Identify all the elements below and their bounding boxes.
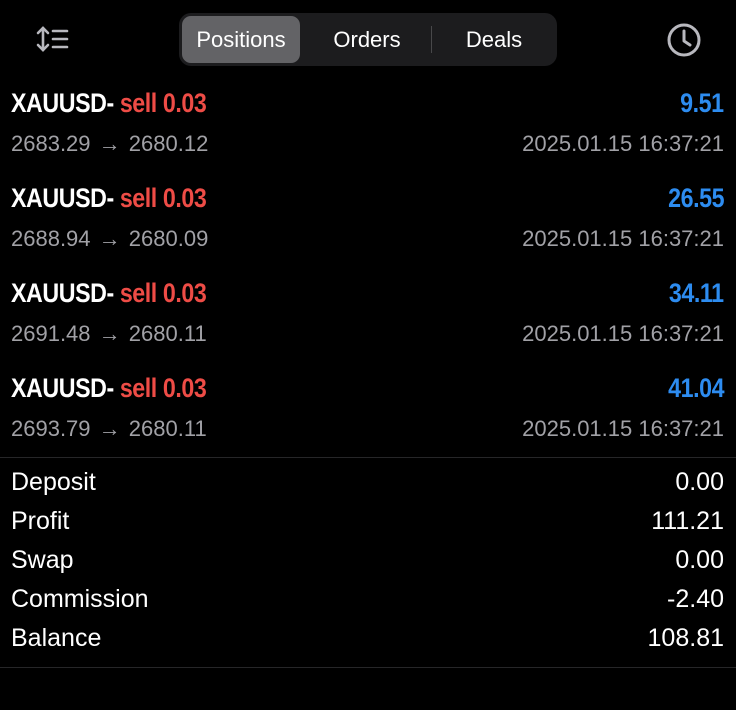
deal-open-price: 2688.94 <box>11 226 91 251</box>
tab-divider <box>431 26 432 53</box>
deal-type-volume: sell 0.03 <box>119 373 207 403</box>
deal-type-volume: sell 0.03 <box>119 183 207 213</box>
deal-title: XAUUSD- sell 0.03 <box>11 88 207 119</box>
sort-icon <box>36 26 69 52</box>
deal-time: 2025.01.15 16:37:21 <box>522 321 724 346</box>
tab-deals[interactable]: Deals <box>435 16 553 63</box>
summary-label: Swap <box>11 546 74 574</box>
summary-row-commission: Commission -2.40 <box>0 583 736 622</box>
deal-symbol: XAUUSD <box>11 278 107 308</box>
summary-value: 0.00 <box>675 468 724 496</box>
deal-time: 2025.01.15 16:37:21 <box>522 416 724 441</box>
deal-row[interactable]: XAUUSD- sell 0.03 26.55 2688.94 → 2680.0… <box>0 173 736 268</box>
summary-section: Deposit 0.00 Profit 111.21 Swap 0.00 Com… <box>0 466 736 661</box>
deals-list: XAUUSD- sell 0.03 9.51 2683.29 → 2680.12… <box>0 78 736 458</box>
summary-row-profit: Profit 111.21 <box>0 505 736 544</box>
clock-icon <box>667 23 701 57</box>
summary-label: Commission <box>11 585 149 613</box>
deal-type-volume: sell 0.03 <box>119 88 207 118</box>
summary-value: -2.40 <box>667 585 724 613</box>
deal-dash: - <box>106 183 114 213</box>
deal-open-price: 2693.79 <box>11 416 91 441</box>
deal-symbol: XAUUSD <box>11 88 107 118</box>
deal-prices: 2693.79 → 2680.11 <box>11 416 207 442</box>
summary-label: Profit <box>11 507 70 535</box>
deal-prices: 2683.29 → 2680.12 <box>11 131 208 157</box>
deal-dash: - <box>106 373 114 403</box>
deal-title: XAUUSD- sell 0.03 <box>11 278 207 309</box>
sort-button[interactable] <box>34 22 72 56</box>
deal-title: XAUUSD- sell 0.03 <box>11 183 207 214</box>
history-button[interactable] <box>665 21 703 59</box>
summary-row-balance: Balance 108.81 <box>0 622 736 661</box>
deal-profit: 41.04 <box>668 373 724 403</box>
summary-value: 108.81 <box>647 624 724 652</box>
summary-value: 0.00 <box>675 546 724 574</box>
deal-dash: - <box>106 88 114 118</box>
deal-prices: 2691.48 → 2680.11 <box>11 321 207 347</box>
deal-prices: 2688.94 → 2680.09 <box>11 226 208 252</box>
summary-bottom-divider <box>0 667 736 668</box>
summary-row-deposit: Deposit 0.00 <box>0 466 736 505</box>
summary-top-divider <box>0 457 736 458</box>
deal-profit: 26.55 <box>668 183 724 213</box>
summary-value: 111.21 <box>651 507 724 535</box>
deal-close-price: 2680.12 <box>128 131 209 156</box>
tab-segmented-control: Positions Orders Deals <box>179 13 557 66</box>
deal-open-price: 2683.29 <box>11 131 91 156</box>
deal-title: XAUUSD- sell 0.03 <box>11 373 207 404</box>
deal-symbol: XAUUSD <box>11 373 107 403</box>
deal-close-price: 2680.11 <box>128 416 207 441</box>
arrow-right-icon: → <box>98 131 121 156</box>
summary-row-swap: Swap 0.00 <box>0 544 736 583</box>
deal-close-price: 2680.11 <box>128 321 207 346</box>
deal-type-volume: sell 0.03 <box>119 278 207 308</box>
deal-open-price: 2691.48 <box>11 321 91 346</box>
deal-row[interactable]: XAUUSD- sell 0.03 41.04 2693.79 → 2680.1… <box>0 363 736 458</box>
deal-time: 2025.01.15 16:37:21 <box>522 131 724 156</box>
deal-symbol: XAUUSD <box>11 183 107 213</box>
arrow-right-icon: → <box>98 416 121 441</box>
top-bar: Positions Orders Deals <box>0 0 736 78</box>
arrow-right-icon: → <box>98 226 121 251</box>
arrow-right-icon: → <box>98 321 121 346</box>
deal-row[interactable]: XAUUSD- sell 0.03 34.11 2691.48 → 2680.1… <box>0 268 736 363</box>
tab-orders[interactable]: Orders <box>305 16 429 63</box>
tab-positions[interactable]: Positions <box>182 16 300 63</box>
deal-row[interactable]: XAUUSD- sell 0.03 9.51 2683.29 → 2680.12… <box>0 78 736 173</box>
deal-profit: 34.11 <box>669 278 724 308</box>
summary-label: Deposit <box>11 468 96 496</box>
summary-label: Balance <box>11 624 102 652</box>
deal-time: 2025.01.15 16:37:21 <box>522 226 724 251</box>
deal-profit: 9.51 <box>680 88 725 118</box>
deal-dash: - <box>106 278 114 308</box>
deal-close-price: 2680.09 <box>128 226 209 251</box>
